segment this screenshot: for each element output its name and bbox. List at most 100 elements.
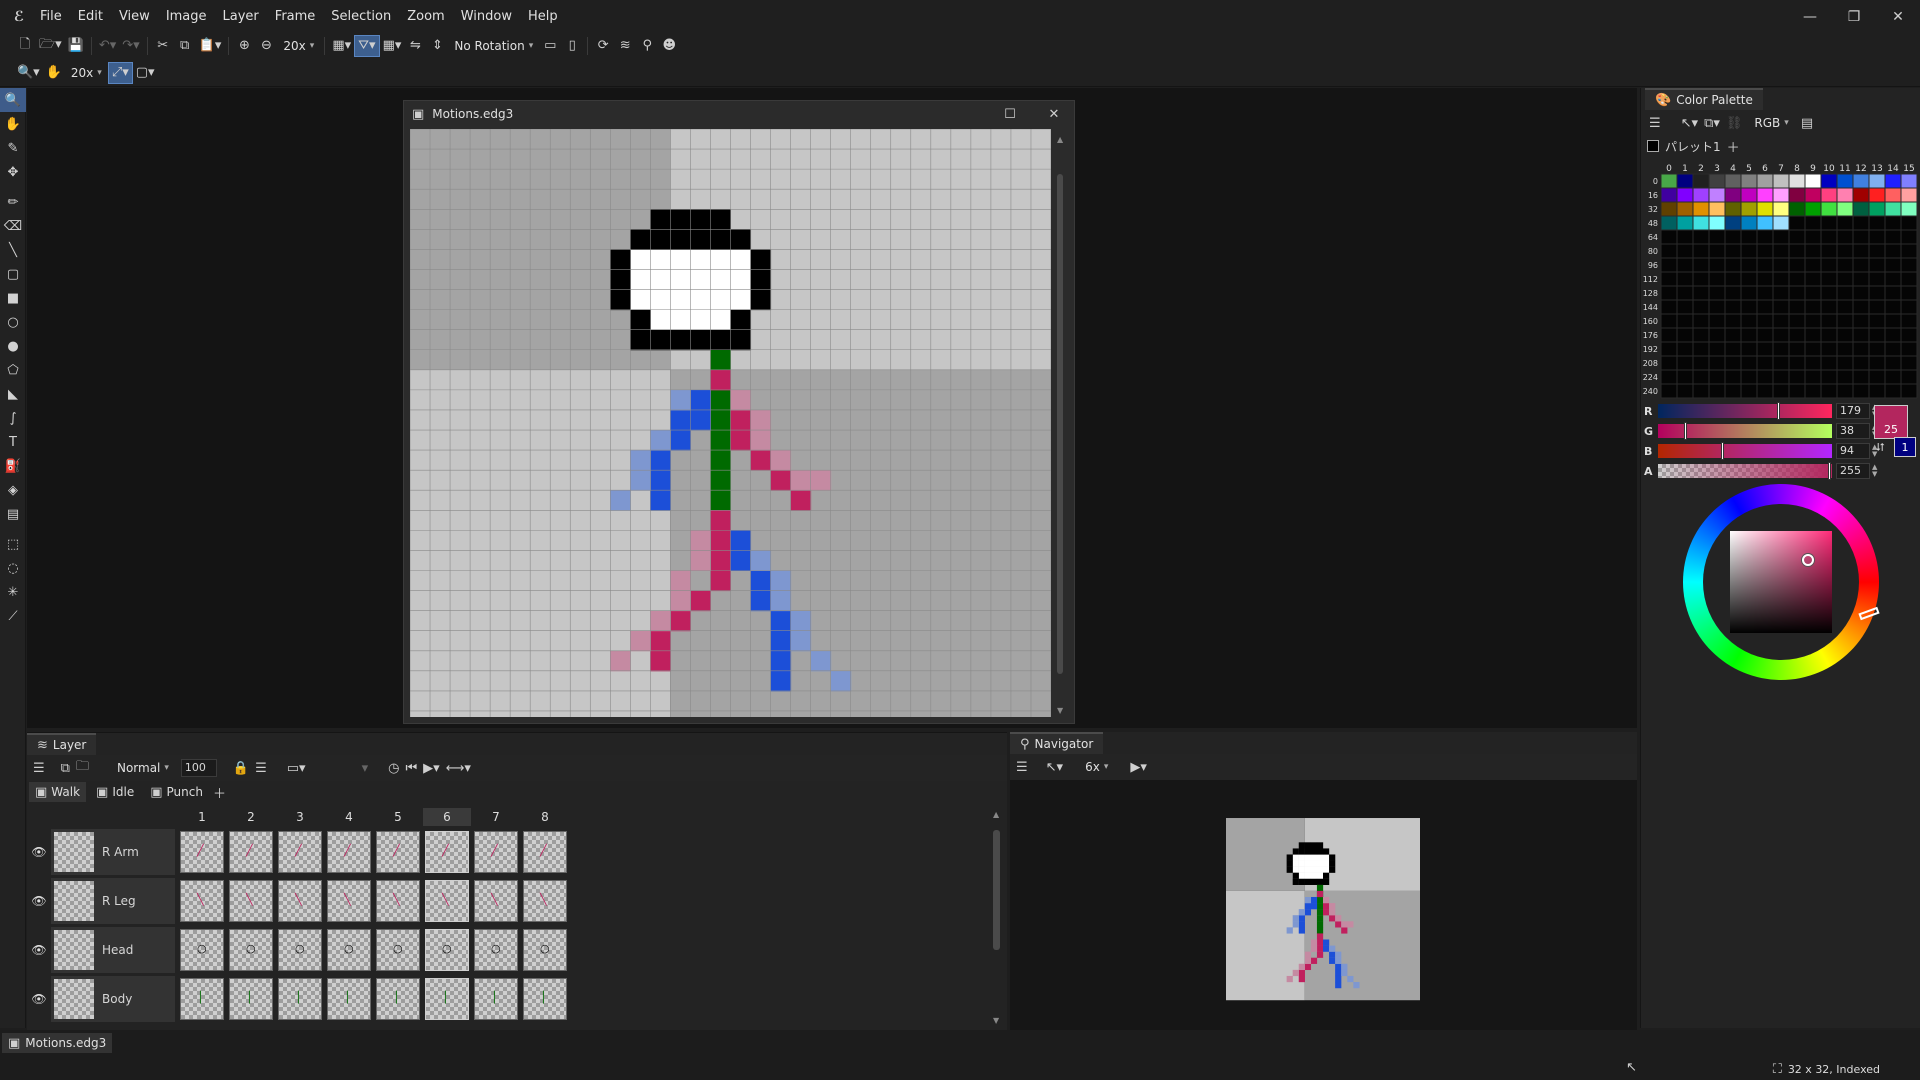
red-value-input[interactable]: 179 <box>1836 403 1870 419</box>
palette-tab[interactable]: 🎨 Color Palette <box>1645 88 1763 110</box>
menu-frame[interactable]: Frame <box>267 0 324 34</box>
alpha-value-input[interactable]: 255 <box>1836 463 1870 479</box>
frame-cell[interactable]: ○ <box>376 929 420 971</box>
palette-name-tab[interactable]: パレット1 <box>1665 138 1721 155</box>
bucket-icon[interactable]: ⛽ <box>0 454 26 478</box>
anim-tab-walk[interactable]: ▣ Walk <box>29 782 87 802</box>
navigator-tab[interactable]: ⚲ Navigator <box>1010 732 1104 754</box>
eyedropper-icon[interactable]: ✎ <box>0 136 26 160</box>
palette-grid[interactable]: 0 1 2 3 4 5 6 7 8 9 10 11 12 13 14 15016324864809611212… <box>1641 162 1920 402</box>
flip-horizontal-icon[interactable]: ⇋ <box>404 35 426 57</box>
hand-tool-icon[interactable]: ✋ <box>43 62 65 84</box>
frame-header-8[interactable]: 8 <box>521 808 569 826</box>
red-slider-thumb[interactable] <box>1777 402 1780 420</box>
frame-cell[interactable]: ○ <box>474 929 518 971</box>
color-wheel[interactable] <box>1683 484 1880 680</box>
frame-cell[interactable]: │ <box>180 978 224 1020</box>
magic-wand-icon[interactable]: ✳ <box>0 580 26 604</box>
menu-image[interactable]: Image <box>158 0 215 34</box>
rotation-select[interactable]: No Rotation <box>448 39 539 53</box>
move-icon[interactable]: ✥ <box>0 160 26 184</box>
cut-icon[interactable]: ✂ <box>152 35 174 57</box>
layers-stack-icon[interactable]: ≋ <box>614 35 636 57</box>
zoom-select[interactable]: 20x <box>277 39 320 53</box>
frame-header-2[interactable]: 2 <box>227 808 275 826</box>
timer-icon[interactable]: ◷ <box>388 761 399 776</box>
line-icon[interactable]: ╲ <box>0 238 26 262</box>
navigator-zoom-select[interactable]: 6x <box>1079 760 1114 774</box>
frame-cell[interactable]: │ <box>474 978 518 1020</box>
menu-window[interactable]: Window <box>453 0 520 34</box>
layer-menu-icon[interactable]: ☰ <box>33 761 45 776</box>
gradient-icon[interactable]: ▤ <box>0 502 26 526</box>
navigator-menu-icon[interactable]: ☰ <box>1016 760 1028 775</box>
blend-mode-select[interactable]: Normal <box>111 761 175 775</box>
flip-vertical-icon[interactable]: ⇕ <box>426 35 448 57</box>
navigator-preview[interactable] <box>1226 810 1420 1004</box>
pin-icon[interactable]: ⚲ <box>636 35 658 57</box>
navigator-pointer-icon[interactable]: ↖▾ <box>1046 760 1063 775</box>
anim-tab-punch[interactable]: ▣ Punch <box>144 782 209 802</box>
tile-vertical-icon[interactable]: ▯ <box>561 35 583 57</box>
frame-cell[interactable]: │ <box>278 978 322 1020</box>
animal-icon[interactable]: ☻ <box>658 35 680 57</box>
frame-header-7[interactable]: 7 <box>472 808 520 826</box>
frame-cell[interactable]: ╱ <box>523 831 567 873</box>
blue-value-input[interactable]: 94 <box>1836 443 1870 459</box>
blue-slider[interactable] <box>1658 442 1832 460</box>
blue-slider-thumb[interactable] <box>1720 442 1724 460</box>
zoom-out-icon[interactable]: ⊖ <box>255 35 277 57</box>
pixel-canvas[interactable] <box>410 129 1051 717</box>
minimize-button[interactable]: — <box>1788 0 1832 34</box>
frame-settings-icon[interactable]: ▭▾ <box>287 761 306 776</box>
alpha-slider[interactable] <box>1658 462 1832 480</box>
frame-header-3[interactable]: 3 <box>276 808 324 826</box>
layer-scrollbar[interactable]: ▲ ▼ <box>990 810 1004 1025</box>
frame-cell[interactable]: │ <box>523 978 567 1020</box>
fit-window-icon[interactable]: ⤢▾ <box>107 61 133 84</box>
swap-colors-icon[interactable]: ⮃ <box>1876 441 1885 455</box>
add-palette-icon[interactable]: ＋ <box>1727 137 1740 156</box>
frame-cell[interactable]: ╱ <box>376 831 420 873</box>
frame-cell[interactable]: ╱ <box>229 831 273 873</box>
doc-maximize-button[interactable]: ☐ <box>994 107 1026 122</box>
text-icon[interactable]: T <box>0 430 26 454</box>
menu-view[interactable]: View <box>111 0 158 34</box>
close-window-button[interactable]: ✕ <box>1876 0 1920 34</box>
alpha-slider-thumb[interactable] <box>1828 462 1831 480</box>
frame-cell[interactable]: ╱ <box>180 831 224 873</box>
filled-rectangle-icon[interactable]: ■ <box>0 286 26 310</box>
link-icon[interactable]: ⛓ <box>1726 116 1743 131</box>
pen-icon[interactable]: ✏ <box>0 190 26 214</box>
navigator-play-icon[interactable]: ▶▾ <box>1130 760 1147 775</box>
frame-header-1[interactable]: 1 <box>178 808 226 826</box>
lock-icon[interactable]: 🔒 <box>233 761 249 776</box>
frame-cell[interactable]: ○ <box>523 929 567 971</box>
frame-cell[interactable]: ╲ <box>523 880 567 922</box>
frame-cell[interactable]: ╲ <box>327 880 371 922</box>
frame-cell[interactable]: ╲ <box>425 880 469 922</box>
redo-icon[interactable]: ↷▾ <box>119 35 142 57</box>
polygon-icon[interactable]: ⬠ <box>0 358 26 382</box>
tool-zoom-select[interactable]: 20x <box>65 66 108 80</box>
frame-cell[interactable]: ╲ <box>229 880 273 922</box>
new-folder-icon[interactable]: 🗀 <box>76 757 89 779</box>
menu-layer[interactable]: Layer <box>215 0 267 34</box>
eye-icon[interactable]: 👁 <box>27 845 51 859</box>
frame-cell[interactable]: ╱ <box>278 831 322 873</box>
color-picker-cursor[interactable] <box>1802 554 1814 566</box>
save-icon[interactable]: 💾 <box>65 35 87 57</box>
view-mode-icon[interactable]: ▢▾ <box>133 62 158 84</box>
grid-icon[interactable]: ▦▾ <box>380 35 405 57</box>
select-pen-icon[interactable]: ⟋ <box>0 604 26 628</box>
frame-cell[interactable]: ╱ <box>327 831 371 873</box>
green-slider-thumb[interactable] <box>1683 422 1687 440</box>
layer-tab[interactable]: ≋ Layer <box>27 733 97 755</box>
doc-close-button[interactable]: ✕ <box>1034 107 1074 122</box>
lasso-icon[interactable]: ◌ <box>0 556 26 580</box>
frame-header-6[interactable]: 6 <box>423 808 471 826</box>
frame-cell[interactable]: ╱ <box>474 831 518 873</box>
menu-help[interactable]: Help <box>520 0 566 34</box>
rect-select-icon[interactable]: ⬚ <box>0 532 26 556</box>
palette-view-icon[interactable]: ▤ <box>1801 116 1813 131</box>
